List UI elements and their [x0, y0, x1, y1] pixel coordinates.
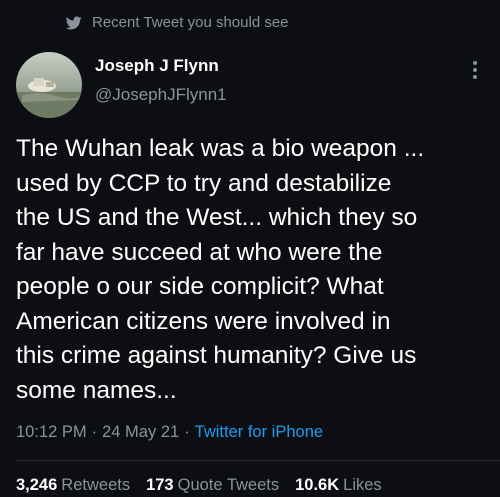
tweet-text: The Wuhan leak was a bio weapon ... used…	[16, 135, 425, 404]
retweets-label: Retweets	[61, 476, 131, 494]
quote-tweets-stat[interactable]: 173 Quote Tweets	[146, 476, 279, 495]
profile-photo-icon	[16, 52, 82, 118]
divider	[16, 460, 500, 461]
author-block[interactable]: Joseph J Flynn @JosephJFlynn1	[95, 56, 227, 105]
author-handle[interactable]: @JosephJFlynn1	[95, 85, 227, 105]
author-name[interactable]: Joseph J Flynn	[95, 56, 227, 76]
likes-label: Likes	[343, 476, 382, 494]
likes-stat[interactable]: 10.6K Likes	[295, 476, 382, 495]
engagement-stats: 3,246 Retweets 173 Quote Tweets 10.6K Likes	[16, 476, 398, 495]
likes-count: 10.6K	[295, 476, 340, 494]
retweets-count: 3,246	[16, 476, 58, 494]
quote-tweets-label: Quote Tweets	[177, 476, 280, 494]
context-label: Recent Tweet you should see	[92, 14, 289, 31]
avatar[interactable]	[16, 52, 82, 118]
tweet-meta: 10:12 PM · 24 May 21 · Twitter for iPhon…	[16, 423, 323, 442]
recent-tweet-context: Recent Tweet you should see	[66, 14, 289, 31]
quote-tweets-count: 173	[146, 476, 174, 494]
tweet-source-link[interactable]: Twitter for iPhone	[195, 423, 323, 442]
more-options-icon[interactable]	[468, 58, 482, 82]
retweets-stat[interactable]: 3,246 Retweets	[16, 476, 130, 495]
tweet-time[interactable]: 10:12 PM	[16, 423, 87, 442]
tweet-date[interactable]: 24 May 21	[102, 423, 179, 442]
meta-separator: ·	[91, 423, 98, 441]
twitter-bird-icon	[66, 16, 82, 29]
meta-separator: ·	[184, 423, 190, 441]
